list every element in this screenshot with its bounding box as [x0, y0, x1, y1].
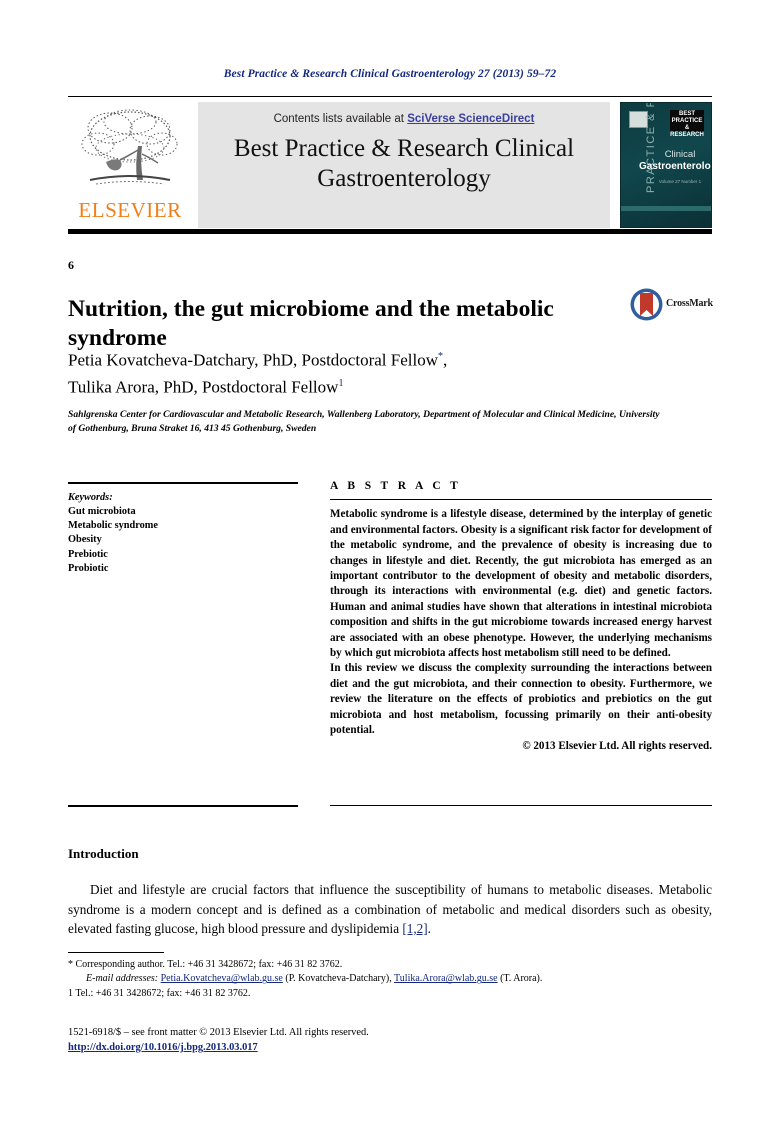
masthead-center-panel: Contents lists available at SciVerse Sci…	[198, 102, 610, 228]
journal-cover-thumbnail[interactable]: PRACTICE & RESEARCH BEST PRACTICE & RESE…	[620, 102, 712, 228]
paper-page: Best Practice & Research Clinical Gastro…	[0, 0, 780, 1134]
abstract-paragraph-1: Metabolic syndrome is a lifestyle diseas…	[330, 508, 712, 659]
author-2-marker: 1	[338, 377, 344, 389]
citation-link[interactable]: [1,2]	[402, 921, 427, 936]
author-2-name: Tulika Arora, PhD, Postdoctoral Fellow	[68, 377, 339, 397]
masthead-bottom-rule	[68, 229, 712, 234]
footnote-emails: E-mail addresses: Petia.Kovatcheva@wlab.…	[68, 972, 712, 986]
elsevier-wordmark: ELSEVIER	[78, 198, 182, 222]
elsevier-tree-icon	[76, 106, 184, 198]
author-list: Petia Kovatcheva-Datchary, PhD, Postdoct…	[68, 345, 668, 398]
journal-masthead: ELSEVIER Contents lists available at Sci…	[68, 96, 712, 234]
crossmark-badge[interactable]: CrossMark	[630, 288, 714, 322]
introduction-paragraph: Diet and lifestyle are crucial factors t…	[68, 880, 712, 939]
keyword-item: Prebiotic	[68, 548, 108, 560]
abstract-bottom-rule	[330, 805, 712, 807]
elsevier-logo: ELSEVIER	[68, 102, 192, 228]
author-2: Tulika Arora, PhD, Postdoctoral Fellow1	[68, 372, 668, 399]
email-owner-2: (T. Arora).	[497, 973, 543, 985]
footnote-corresponding-author: * Corresponding author. Tel.: +46 31 342…	[68, 959, 343, 970]
intro-text-after-citation: .	[427, 921, 431, 936]
author-1-name: Petia Kovatcheva-Datchary, PhD, Postdoct…	[68, 350, 438, 370]
keyword-item: Metabolic syndrome	[68, 520, 158, 532]
issn-line: 1521-6918/$ – see front matter © 2013 El…	[68, 1027, 369, 1038]
email-link-2[interactable]: Tulika.Arora@wlab.gu.se	[394, 973, 498, 984]
keywords-list: Keywords: Gut microbiota Metabolic syndr…	[68, 484, 298, 577]
article-number: 6	[68, 258, 74, 272]
abstract-heading: A B S T R A C T	[330, 480, 462, 492]
abstract-body: Metabolic syndrome is a lifestyle diseas…	[330, 500, 712, 755]
abstract-paragraph-2: In this review we discuss the complexity…	[330, 662, 712, 736]
imprint-block: 1521-6918/$ – see front matter © 2013 El…	[68, 1025, 712, 1055]
cover-title-line2: Gastroenterology	[639, 161, 711, 172]
footnote-1: 1 Tel.: +46 31 3428672; fax: +46 31 82 3…	[68, 987, 251, 999]
author-1: Petia Kovatcheva-Datchary, PhD, Postdoct…	[68, 350, 448, 370]
intro-text-before-citation: Diet and lifestyle are crucial factors t…	[68, 882, 712, 936]
keyword-item: Gut microbiota	[68, 505, 136, 517]
keywords-column: Keywords: Gut microbiota Metabolic syndr…	[68, 482, 298, 807]
cover-subtitle: Volume 27 Number 1	[658, 179, 702, 184]
email-owner-1: (P. Kovatcheva-Datchary),	[282, 973, 395, 985]
keywords-label: Keywords:	[68, 491, 113, 503]
email-link-1[interactable]: Petia.Kovatcheva@wlab.gu.se	[161, 973, 283, 984]
crossmark-label: CrossMark	[666, 298, 713, 309]
cover-color-band	[621, 206, 711, 211]
keyword-item: Obesity	[68, 534, 102, 546]
abstract-column: A B S T R A C T Metabolic syndrome is a …	[330, 480, 712, 807]
cover-title-line1: Clinical	[664, 149, 696, 160]
keywords-bottom-rule	[68, 805, 298, 807]
keyword-item: Probiotic	[68, 563, 109, 575]
abstract-copyright: © 2013 Elsevier Ltd. All rights reserved…	[522, 740, 712, 753]
journal-title: Best Practice & Research Clinical Gastro…	[233, 135, 575, 192]
masthead-top-rule	[68, 96, 712, 97]
section-heading-introduction: Introduction	[68, 846, 139, 861]
footnote-rule	[68, 952, 164, 953]
author-1-marker: *	[437, 351, 443, 362]
crossmark-icon	[630, 288, 663, 321]
sciencedirect-link[interactable]: SciVerse ScienceDirect	[407, 113, 534, 125]
running-head: Best Practice & Research Clinical Gastro…	[223, 68, 557, 80]
cover-badge: BEST PRACTICE & RESEARCH	[670, 110, 704, 138]
email-addresses-label: E-mail addresses:	[86, 973, 159, 985]
footnotes: * Corresponding author. Tel.: +46 31 342…	[68, 958, 712, 1001]
affiliation: Sahlgrenska Center for Cardiovascular an…	[68, 409, 660, 434]
contents-prefix: Contents lists available at	[273, 113, 408, 125]
contents-lists-line: Contents lists available at SciVerse Sci…	[198, 113, 610, 125]
doi-link[interactable]: http://dx.doi.org/10.1016/j.bpg.2013.03.…	[68, 1042, 258, 1053]
